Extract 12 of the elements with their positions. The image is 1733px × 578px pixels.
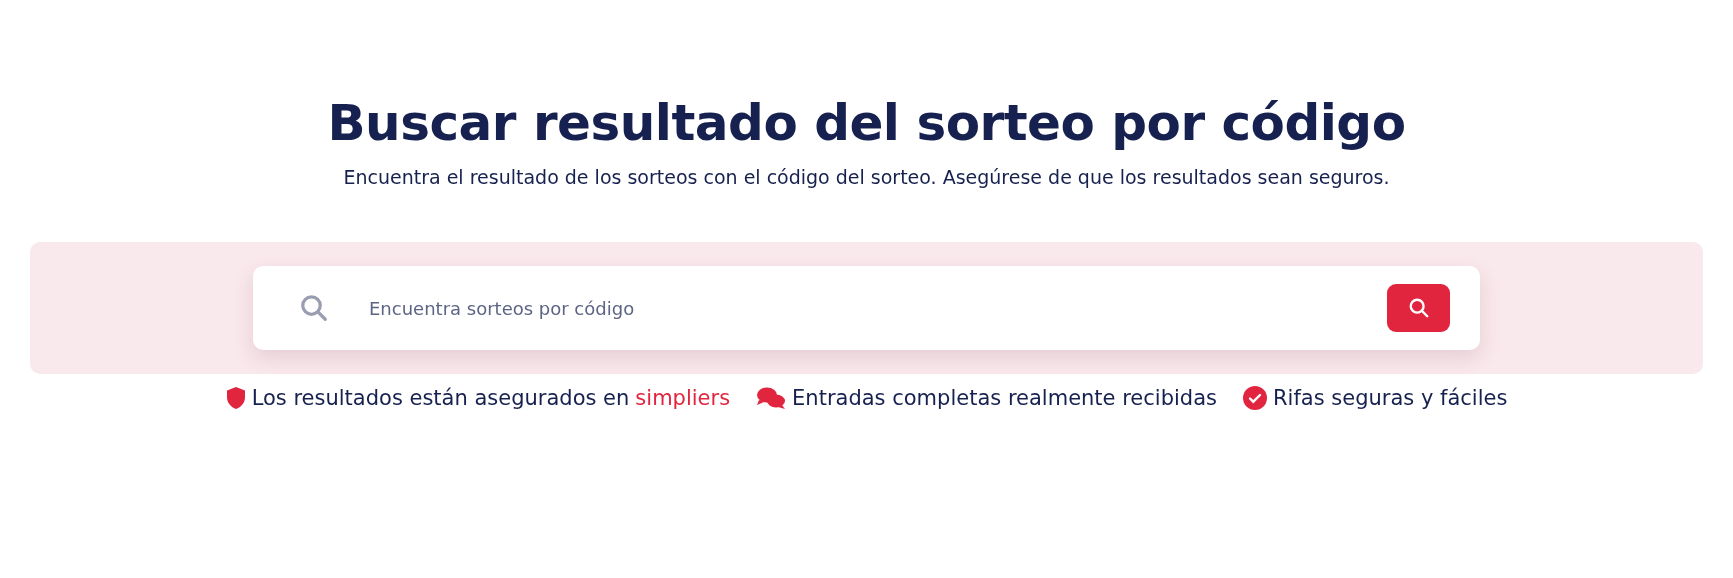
feature-text: Los resultados están asegurados en bbox=[251, 386, 630, 410]
feature-text: Entradas completas realmente recibidas bbox=[792, 386, 1217, 410]
search-icon bbox=[299, 293, 329, 323]
search-icon bbox=[1407, 297, 1430, 319]
page-title: Buscar resultado del sorteo por código bbox=[327, 94, 1406, 152]
search-button[interactable] bbox=[1387, 284, 1450, 332]
page-subtitle: Encuentra el resultado de los sorteos con el código del sorteo. Asegúrese de que los resultados sean seguros. bbox=[343, 166, 1390, 188]
chat-icon bbox=[756, 386, 787, 410]
check-circle-icon bbox=[1242, 386, 1267, 410]
simpliers-link[interactable]: simpliers bbox=[635, 386, 731, 410]
shield-icon bbox=[225, 387, 246, 409]
feature-text: Rifas seguras y fáciles bbox=[1272, 386, 1508, 410]
